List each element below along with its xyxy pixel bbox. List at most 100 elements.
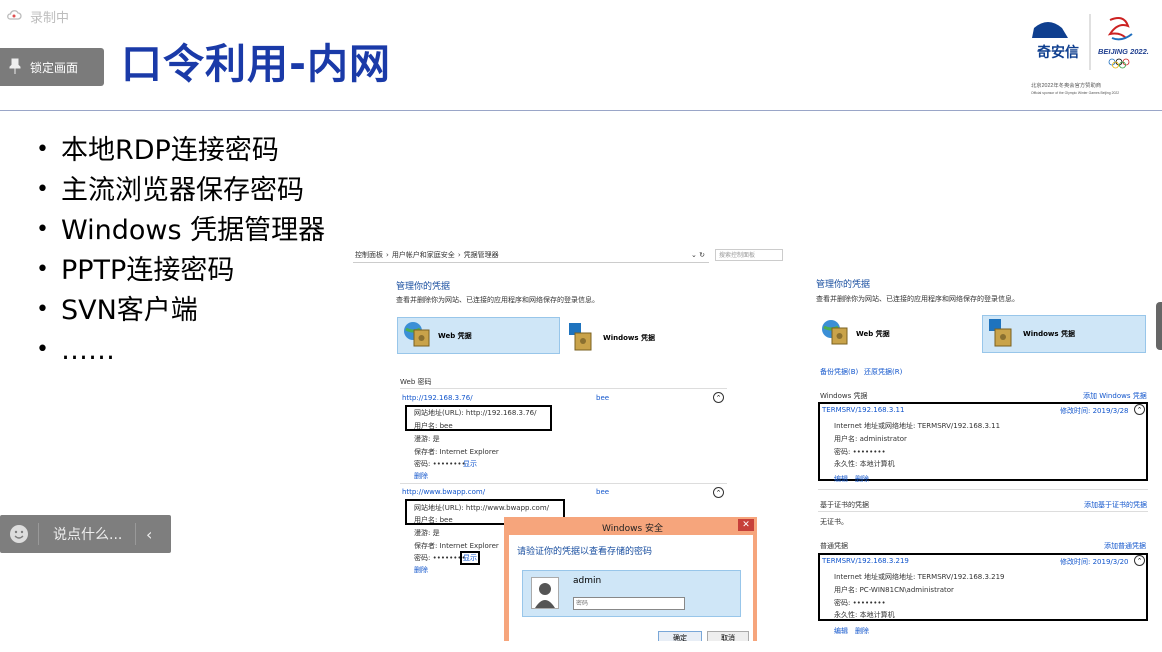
chevron-up-icon[interactable]: ⌃ [1134,404,1145,415]
windows-credentials-label: Windows 凭据 [603,333,655,342]
detail-url: 网站地址(URL): http://192.168.3.76/ [414,409,537,417]
chat-input[interactable]: 说点什么... [39,524,135,544]
pin-icon [8,58,22,77]
refresh-icon[interactable]: ⌄ ↻ [691,251,705,259]
credential-user: bee [596,394,610,402]
delete-link[interactable]: 删除 [855,626,869,636]
svg-text:BEIJING 2022.: BEIJING 2022. [1098,47,1149,56]
credential-manager-window: 控制面板 › 用户帐户和家庭安全 › 凭据管理器 ⌄ ↻ 搜索控制面板 管理你的凭据… [353,247,785,641]
detail-user: 用户名: bee [414,422,453,430]
windows-safe-icon [987,317,1017,351]
bullet-item: SVN客户端 [36,292,325,332]
detail-roaming: 漫游: 是 [414,529,440,537]
bullet-item: 本地RDP连接密码 [36,132,325,172]
manage-heading: 管理你的凭据 [396,282,451,292]
detail-password: 密码: •••••••• [414,460,466,468]
restore-credentials-link[interactable]: 还原凭据(R) [864,367,902,377]
add-windows-credential-link[interactable]: 添加 Windows 凭据 [1083,391,1147,401]
windows-credentials-label: Windows 凭据 [1023,330,1075,338]
lock-screen-label: 锁定画面 [30,60,79,75]
chevron-up-icon[interactable]: ⌃ [1134,555,1145,566]
credential-name[interactable]: TERMSRV/192.168.3.219 [822,557,909,565]
windows-safe-icon [567,321,597,355]
show-password-link[interactable]: 显示 [463,459,477,469]
chat-bar[interactable]: 说点什么... ‹ [0,515,171,553]
credential-tile[interactable]: admin 密码 [522,570,741,617]
dialog-prompt: 请验证你的凭据以查看存储的密码 [517,547,653,557]
title-divider [0,110,1162,111]
web-credentials-label: Web 凭据 [438,331,472,340]
detail-saved-by: 保存者: Internet Explorer [414,542,499,550]
windows-credentials-section: Windows 凭据 [820,392,868,400]
cloud-icon [6,8,22,24]
no-certificate-text: 无证书。 [820,518,848,526]
close-icon[interactable]: ✕ [738,519,754,531]
chevron-up-icon[interactable]: ⌃ [713,392,724,403]
svg-text:北京2022年冬奥会官方赞助商: 北京2022年冬奥会官方赞助商 [1031,81,1101,89]
manage-desc: 查看并删除你为网站、已连接的应用程序和网络保存的登录信息。 [396,296,599,304]
detail-user: 用户名: PC-WIN81CN\administrator [834,586,954,594]
credential-url[interactable]: http://www.bwapp.com/ [402,488,485,496]
detail-user: 用户名: administrator [834,435,907,443]
detail-roaming: 漫游: 是 [414,435,440,443]
svg-text:奇安信: 奇安信 [1037,44,1079,60]
globe-safe-icon [820,318,850,350]
credential-user: bee [596,488,610,496]
detail-saved-by: 保存者: Internet Explorer [414,448,499,456]
credential-manager-windows-view: 管理你的凭据 查看并删除你为网站、已连接的应用程序和网络保存的登录信息。 Web… [812,270,1150,642]
detail-persistence: 永久性: 本地计算机 [834,460,895,468]
manage-desc: 查看并删除你为网站、已连接的应用程序和网络保存的登录信息。 [816,295,1019,303]
lock-screen-button[interactable]: 锁定画面 [0,48,104,86]
bullet-item: 主流浏览器保存密码 [36,172,325,212]
recording-indicator: 录制中 [6,6,69,26]
modified-time: 修改时间: 2019/3/20 [1060,558,1129,566]
breadcrumb-item[interactable]: 凭据管理器 [464,250,499,260]
detail-address: Internet 地址或网络地址: TERMSRV/192.168.3.11 [834,422,1001,430]
bullet-list: 本地RDP连接密码 主流浏览器保存密码 Windows 凭据管理器 PPTP连接… [36,132,325,372]
add-generic-credential-link[interactable]: 添加普通凭据 [1104,541,1146,551]
delete-link[interactable]: 删除 [414,565,428,575]
user-avatar-icon [531,577,559,609]
bullet-item: …… [36,332,325,372]
qianxin-logo-icon: 奇安信 BEIJING 2022. 北京2022年冬奥会官方赞助商 Offici… [1031,14,1149,95]
cancel-button[interactable]: 取消 [707,631,749,641]
sponsor-logo: 奇安信 BEIJING 2022. 北京2022年冬奥会官方赞助商 Offici… [1028,10,1158,100]
windows-security-dialog: Windows 安全 ✕ 请验证你的凭据以查看存储的密码 admin 密码 确定… [504,517,757,641]
delete-link[interactable]: 删除 [414,471,428,481]
chevron-up-icon[interactable]: ⌃ [713,487,724,498]
detail-user: 用户名: bee [414,516,453,524]
emoji-icon[interactable] [0,524,38,544]
breadcrumb-item[interactable]: 用户帐户和家庭安全 [392,250,455,260]
detail-password: 密码: •••••••• [414,554,466,562]
recording-label: 录制中 [30,10,70,26]
delete-link[interactable]: 删除 [855,474,869,484]
detail-password: 密码: •••••••• [834,599,886,607]
manage-heading: 管理你的凭据 [816,280,871,290]
web-credentials-tab[interactable]: Web 凭据 [397,317,560,354]
ok-button[interactable]: 确定 [658,631,702,641]
web-credentials-tab[interactable]: Web 凭据 [820,315,890,352]
edit-link[interactable]: 编辑 [834,626,848,636]
credential-url[interactable]: http://192.168.3.76/ [402,394,473,402]
dialog-title: Windows 安全 [602,524,664,534]
detail-address: Internet 地址或网络地址: TERMSRV/192.168.3.219 [834,573,1005,581]
chevron-left-icon[interactable]: ‹ [136,525,152,544]
bullet-item: PPTP连接密码 [36,252,325,292]
web-credentials-label: Web 凭据 [856,329,890,338]
windows-credentials-tab[interactable]: Windows 凭据 [982,315,1146,353]
windows-credentials-tab[interactable]: Windows 凭据 [567,319,655,356]
side-panel-handle[interactable] [1156,302,1162,350]
address-bar[interactable]: 控制面板 › 用户帐户和家庭安全 › 凭据管理器 ⌄ ↻ [353,247,709,263]
credential-name[interactable]: TERMSRV/192.168.3.11 [822,406,904,414]
search-box[interactable]: 搜索控制面板 [715,249,783,261]
detail-password: 密码: •••••••• [834,448,886,456]
slide-title: 口令利用-内网 [121,40,392,88]
modified-time: 修改时间: 2019/3/28 [1060,407,1129,415]
password-input[interactable]: 密码 [573,597,685,610]
breadcrumb-item[interactable]: 控制面板 [355,250,383,260]
edit-link[interactable]: 编辑 [834,474,848,484]
svg-text:Official sponsor of the Olympi: Official sponsor of the Olympic Winter G… [1031,91,1119,95]
show-password-link[interactable]: 显示 [460,551,480,565]
add-certificate-credential-link[interactable]: 添加基于证书的凭据 [1084,500,1147,510]
backup-credentials-link[interactable]: 备份凭据(B) [820,367,858,377]
